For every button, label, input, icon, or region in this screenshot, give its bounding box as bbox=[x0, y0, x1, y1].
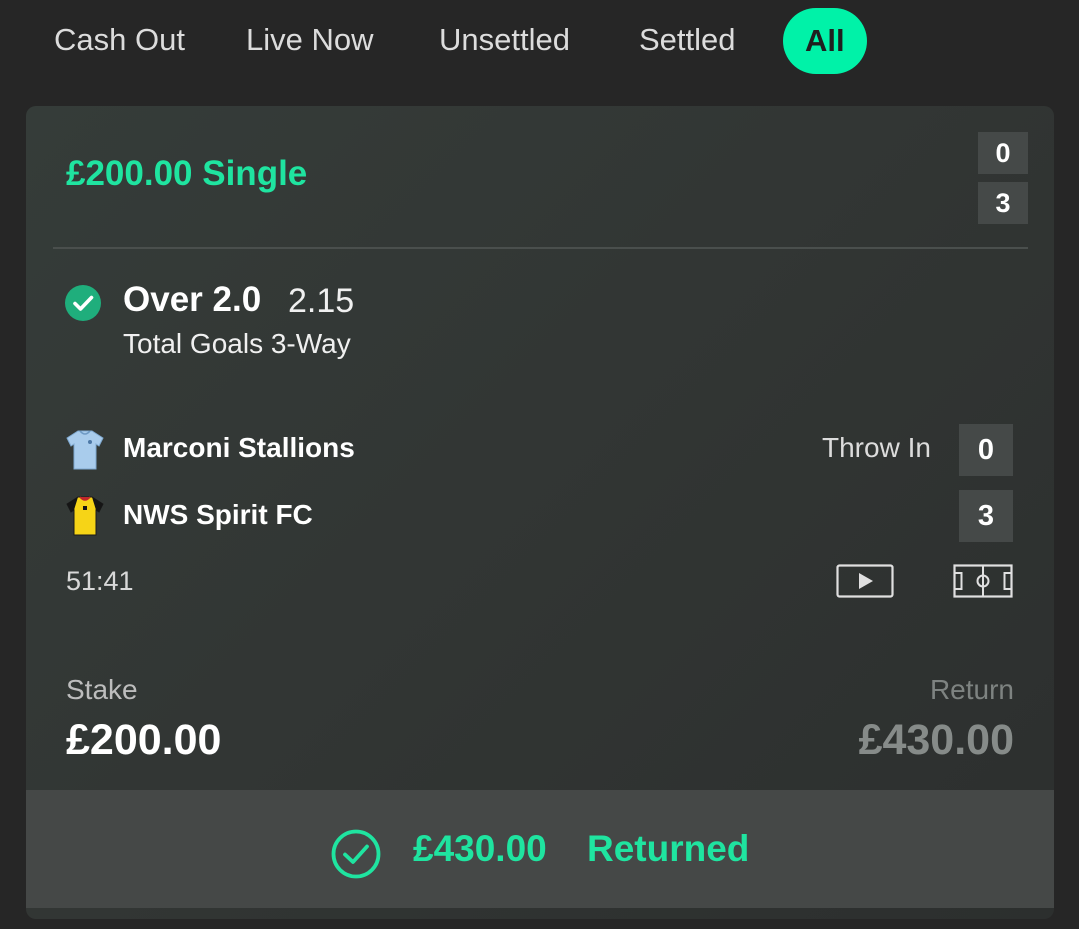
play-video-icon[interactable] bbox=[836, 564, 894, 603]
check-circle-outline-icon bbox=[330, 828, 382, 880]
bet-title: £200.00 Single bbox=[66, 154, 308, 193]
match-clock: 51:41 bbox=[66, 566, 134, 596]
selection-market: Total Goals 3-Way bbox=[123, 328, 351, 359]
tab-all[interactable]: All bbox=[783, 8, 867, 74]
return-value: £430.00 bbox=[858, 716, 1014, 764]
stake-value: £200.00 bbox=[66, 716, 222, 764]
tab-unsettled[interactable]: Unsettled bbox=[439, 18, 570, 62]
return-label: Return bbox=[929, 674, 1014, 705]
mini-score-home: 0 bbox=[978, 132, 1028, 174]
returned-amount: £430.00 bbox=[413, 828, 547, 869]
yellow-black-shirt-icon bbox=[66, 495, 104, 537]
selection-name: Over 2.0 bbox=[123, 280, 262, 319]
returned-status: Returned bbox=[587, 828, 750, 869]
tab-cash-out[interactable]: Cash Out bbox=[54, 18, 185, 62]
live-status: Throw In bbox=[822, 432, 931, 463]
home-team-name[interactable]: Marconi Stallions bbox=[123, 432, 355, 464]
bet-filter-tabs: Cash Out Live Now Unsettled Settled All bbox=[0, 0, 1079, 82]
tab-live-now[interactable]: Live Now bbox=[246, 18, 374, 62]
away-team-name[interactable]: NWS Spirit FC bbox=[123, 499, 313, 531]
check-circle-icon bbox=[65, 285, 101, 321]
stake-label: Stake bbox=[66, 674, 138, 705]
returned-banner: £430.00 Returned bbox=[26, 790, 1054, 908]
pitch-view-icon[interactable] bbox=[953, 564, 1013, 603]
mini-score-away: 3 bbox=[978, 182, 1028, 224]
light-blue-shirt-icon bbox=[66, 429, 104, 471]
tab-settled[interactable]: Settled bbox=[639, 18, 736, 62]
bet-card[interactable]: £200.00 Single 0 3 Over 2.0 2.15 Total G… bbox=[26, 106, 1054, 919]
divider bbox=[53, 247, 1028, 249]
home-score: 0 bbox=[959, 424, 1013, 476]
selection-odds: 2.15 bbox=[288, 282, 355, 320]
away-score: 3 bbox=[959, 490, 1013, 542]
